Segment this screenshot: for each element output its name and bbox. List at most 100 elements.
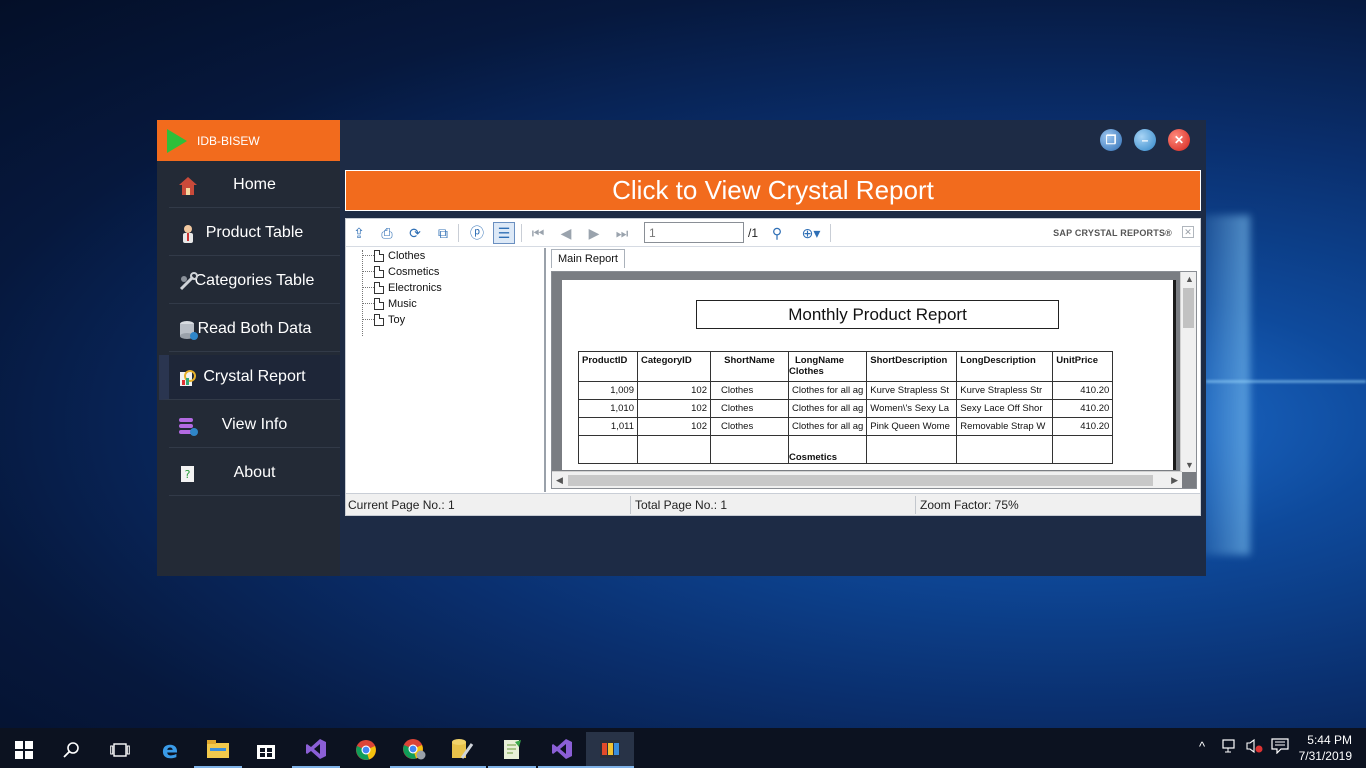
- sidebar-item-read-both-data[interactable]: Read Both Data: [169, 307, 340, 352]
- table-header-row: ProductID CategoryID ShortName LongName C…: [578, 351, 1114, 382]
- close-button[interactable]: ✕: [1168, 129, 1190, 151]
- tree-branch: [362, 319, 374, 320]
- tree-item-label: Clothes: [388, 250, 426, 262]
- sidebar-item-home[interactable]: Home: [169, 163, 340, 208]
- taskbar-clock[interactable]: 5:44 PM 7/31/2019: [1299, 732, 1352, 764]
- task-view-button[interactable]: [96, 732, 144, 768]
- tree-item-electronics[interactable]: Electronics: [346, 280, 544, 296]
- last-page-icon[interactable]: ⏭: [611, 222, 633, 244]
- scroll-thumb[interactable]: [1183, 288, 1194, 328]
- scroll-right-icon[interactable]: ▶: [1171, 475, 1178, 486]
- export-icon[interactable]: ⇪: [348, 222, 370, 244]
- taskbar-app-store[interactable]: [242, 732, 290, 768]
- help-icon: ?: [177, 463, 199, 485]
- close-tab-icon[interactable]: ✕: [1182, 226, 1194, 238]
- column-header: LongDescription: [956, 351, 1054, 382]
- minimize-button[interactable]: –: [1134, 129, 1156, 151]
- sidebar-item-product-table[interactable]: Product Table: [169, 211, 340, 256]
- taskbar: e ^ 5:44 PM 7/31/2019: [0, 728, 1366, 768]
- table-cell: Clothes for all ag: [787, 417, 868, 436]
- next-page-icon[interactable]: ▶: [583, 222, 605, 244]
- taskbar-app-chrome-profile[interactable]: [390, 732, 438, 768]
- table-cell: Clothes for all ag: [787, 381, 868, 400]
- horizontal-scrollbar[interactable]: ◀ ▶: [552, 471, 1182, 488]
- minimize-icon: –: [1141, 133, 1149, 147]
- refresh-icon[interactable]: ⟳: [404, 222, 426, 244]
- tree-item-toy[interactable]: Toy: [346, 312, 544, 328]
- volume-muted-icon[interactable]: [1246, 738, 1264, 757]
- zoom-dropdown-icon[interactable]: ⊕▾: [794, 222, 828, 244]
- group-tree-toggle-icon[interactable]: ☰: [493, 222, 515, 244]
- notepad-plus-icon: [504, 740, 521, 759]
- table-cell: Sexy Lace Off Shor: [956, 399, 1054, 418]
- parameter-panel-icon[interactable]: ⓟ: [466, 222, 488, 244]
- taskbar-app-visual-studio[interactable]: [292, 732, 340, 768]
- table-cell: Clothes: [710, 381, 789, 400]
- taskbar-app-current-app[interactable]: [586, 732, 634, 768]
- table-cell: 1,011: [578, 417, 638, 436]
- previous-page-icon[interactable]: ◀: [555, 222, 577, 244]
- taskbar-app-editor[interactable]: [488, 732, 536, 768]
- table-cell: Kurve Strapless St: [866, 381, 958, 400]
- tree-item-clothes[interactable]: Clothes: [346, 248, 544, 264]
- taskbar-app-visual-studio-2[interactable]: [538, 732, 586, 768]
- sidebar-item-categories-table[interactable]: Categories Table: [169, 259, 340, 304]
- sidebar-item-about[interactable]: ? About: [169, 451, 340, 496]
- vertical-scrollbar[interactable]: ▲ ▼: [1180, 272, 1196, 472]
- network-icon[interactable]: [1221, 738, 1239, 757]
- edge-icon: e: [161, 736, 179, 764]
- start-button[interactable]: [0, 732, 48, 768]
- toolbar-separator: [458, 224, 459, 242]
- scroll-left-icon[interactable]: ◀: [556, 475, 563, 486]
- house-icon: [177, 175, 199, 197]
- view-crystal-report-button[interactable]: Click to View Crystal Report: [345, 170, 1201, 211]
- tree-branch: [362, 255, 374, 256]
- search-button[interactable]: [48, 732, 96, 768]
- taskbar-app-database-tool[interactable]: [438, 732, 486, 768]
- tree-item-cosmetics[interactable]: Cosmetics: [346, 264, 544, 280]
- windows-logo-icon: [15, 741, 33, 759]
- toolbar-separator: [521, 224, 522, 242]
- notification-icon[interactable]: [1271, 738, 1289, 757]
- svg-text:?: ?: [185, 468, 191, 481]
- sidebar-item-label: About: [233, 464, 276, 481]
- sidebar-item-crystal-report[interactable]: Crystal Report: [159, 355, 340, 400]
- first-page-icon[interactable]: ⏮: [527, 222, 549, 244]
- chrome-profile-icon: [403, 739, 426, 760]
- tab-main-report[interactable]: Main Report: [551, 249, 625, 268]
- taskbar-app-chrome[interactable]: [342, 732, 390, 768]
- find-binoculars-icon[interactable]: ⚲: [766, 222, 788, 244]
- table-cell: [637, 435, 711, 464]
- table-cell: [710, 435, 789, 464]
- table-cell: 410.20: [1052, 381, 1114, 400]
- database-tool-icon: [452, 739, 474, 759]
- table-row: 1,009 102 Clothes Clothes for all ag Kur…: [578, 381, 1114, 400]
- search-icon: [63, 742, 79, 758]
- sidebar-item-view-info[interactable]: View Info: [169, 403, 340, 448]
- scroll-up-icon[interactable]: ▲: [1185, 274, 1194, 284]
- copy-icon[interactable]: ⧉: [432, 222, 454, 244]
- tree-item-music[interactable]: Music: [346, 296, 544, 312]
- print-icon[interactable]: ⎙: [376, 222, 398, 244]
- chrome-icon: [356, 740, 376, 760]
- report-table: ProductID CategoryID ShortName LongName C…: [578, 351, 1114, 464]
- table-cell: 102: [637, 399, 711, 418]
- taskbar-app-file-explorer[interactable]: [194, 732, 242, 768]
- page-number-input[interactable]: [644, 222, 744, 243]
- scroll-down-icon[interactable]: ▼: [1185, 460, 1194, 470]
- table-cell: [578, 435, 638, 464]
- scroll-thumb[interactable]: [568, 475, 1153, 486]
- report-canvas[interactable]: Monthly Product Report ProductID Categor…: [551, 271, 1197, 489]
- table-row: 1,010 102 Clothes Clothes for all ag Wom…: [578, 399, 1114, 418]
- sidebar-item-label: Read Both Data: [197, 320, 312, 337]
- column-header: ProductID: [578, 351, 638, 382]
- restore-button[interactable]: ❐: [1100, 129, 1122, 151]
- table-cell: 410.20: [1052, 399, 1114, 418]
- crystal-report-viewer: ⇪ ⎙ ⟳ ⧉ ⓟ ☰ ⏮ ◀ ▶ ⏭ /1 ⚲ ⊕▾ SAP CRYSTAL …: [345, 218, 1201, 516]
- group-name-label: Clothes: [789, 366, 824, 377]
- tree-branch: [362, 303, 374, 304]
- show-hidden-icons-chevron[interactable]: ^: [1199, 739, 1205, 754]
- taskbar-app-edge[interactable]: e: [146, 732, 194, 768]
- report-app-icon: [600, 740, 620, 758]
- task-view-icon: [110, 743, 130, 757]
